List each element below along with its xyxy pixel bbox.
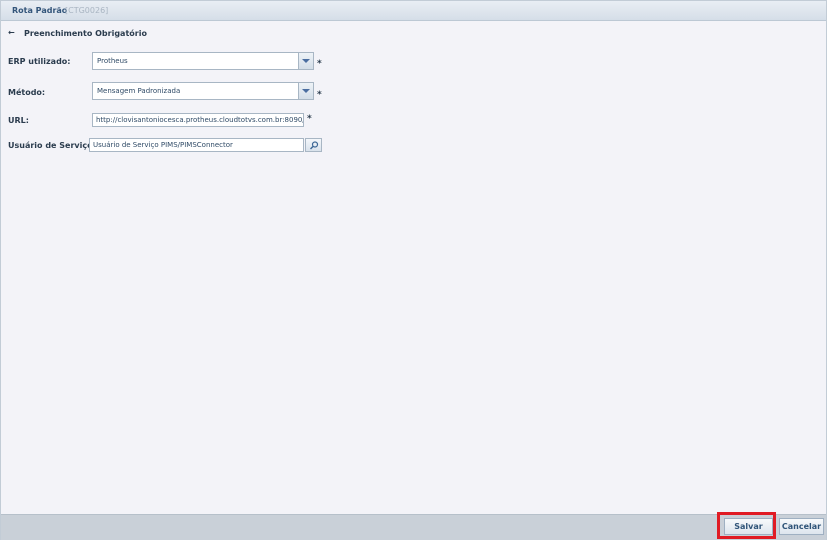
window-title: Rota Padrão xyxy=(12,6,68,15)
metodo-required-mark: * xyxy=(317,90,322,100)
title-bar: Rota Padrão [CTG0026] xyxy=(1,1,826,21)
erp-select[interactable]: Protheus xyxy=(92,52,314,70)
chevron-down-icon xyxy=(302,59,310,63)
erp-label: ERP utilizado: xyxy=(8,57,71,66)
metodo-select[interactable]: Mensagem Padronizada xyxy=(92,82,314,100)
window-code: [CTG0026] xyxy=(65,6,109,15)
dialog-window: Rota Padrão [CTG0026] ← Preenchimento Ob… xyxy=(0,0,827,540)
usuario-input[interactable]: Usuário de Serviço PIMS/PIMSConnector xyxy=(89,138,304,152)
metodo-dropdown-button[interactable] xyxy=(298,83,313,99)
search-icon xyxy=(310,141,319,150)
erp-required-mark: * xyxy=(317,59,322,69)
erp-select-value: Protheus xyxy=(97,57,128,65)
footer-bar xyxy=(1,514,826,540)
url-label: URL: xyxy=(8,116,29,125)
save-button-highlight xyxy=(717,512,776,539)
usuario-label: Usuário de Serviços: xyxy=(8,141,101,150)
metodo-select-value: Mensagem Padronizada xyxy=(97,87,181,95)
url-input[interactable]: http://clovisantoniocesca.protheus.cloud… xyxy=(92,113,304,127)
section-title: Preenchimento Obrigatório xyxy=(24,29,147,38)
erp-dropdown-button[interactable] xyxy=(298,53,313,69)
collapse-arrow-icon[interactable]: ← xyxy=(8,28,15,37)
usuario-lookup-button[interactable] xyxy=(305,138,322,152)
metodo-label: Método: xyxy=(8,88,46,97)
url-required-mark: * xyxy=(307,114,312,124)
cancel-button[interactable]: Cancelar xyxy=(779,518,824,535)
chevron-down-icon xyxy=(302,89,310,93)
